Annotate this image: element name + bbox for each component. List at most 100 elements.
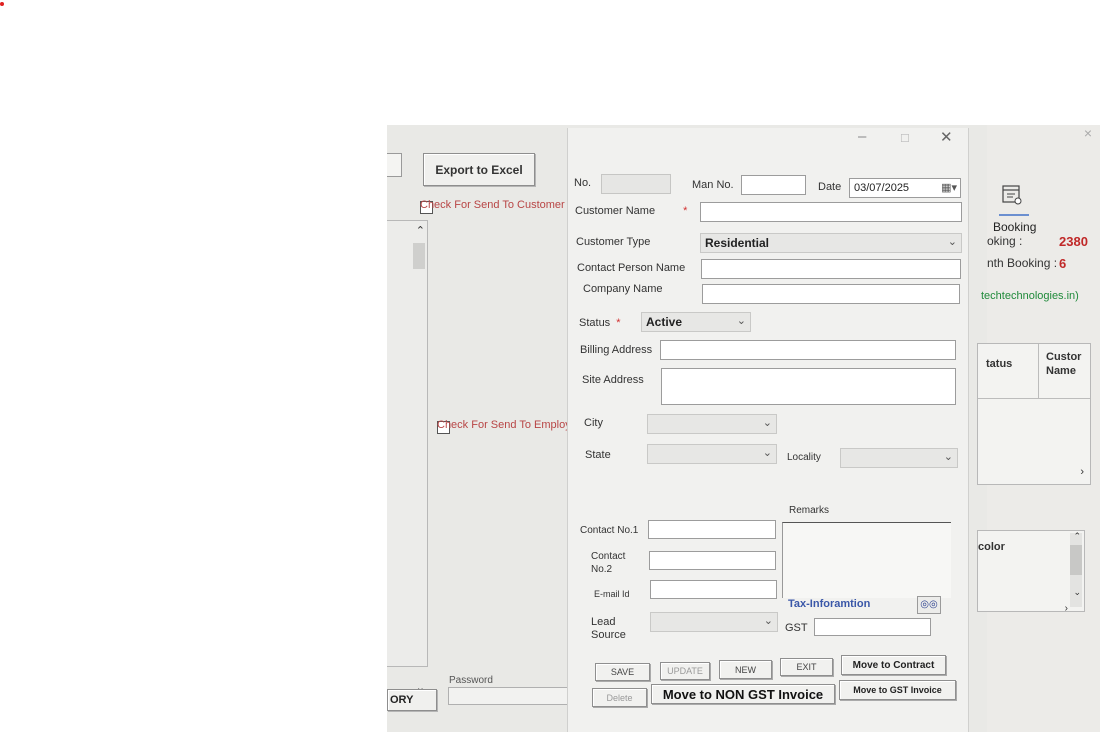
site-address-field[interactable]: [661, 368, 956, 405]
total-booking-row: oking : 2380: [987, 234, 1100, 249]
status-select[interactable]: Active ⌄: [641, 312, 751, 332]
email-field[interactable]: [650, 580, 777, 599]
scrollbar-thumb[interactable]: [1070, 545, 1082, 575]
locality-label: Locality: [787, 452, 821, 463]
company-name-label: Company Name: [583, 283, 663, 295]
scroll-up-icon[interactable]: ⌃: [1073, 531, 1081, 542]
date-picker[interactable]: 03/07/2025 ▦▾: [849, 178, 961, 198]
customer-name-label: Customer Name *: [575, 205, 688, 217]
total-booking-label: oking :: [987, 234, 1023, 248]
save-button[interactable]: SAVE: [595, 663, 650, 681]
lead-source-label: Lead Source: [591, 616, 626, 641]
month-booking-label: nth Booking :: [987, 256, 1058, 270]
gst-field[interactable]: [814, 618, 931, 636]
scroll-right-icon[interactable]: ›: [1080, 466, 1084, 478]
color-grid[interactable]: color ⌃ ⌄ ›: [977, 530, 1085, 614]
chevron-down-icon[interactable]: ⌄: [764, 614, 773, 627]
city-label: City: [584, 417, 603, 429]
billing-address-field[interactable]: [660, 340, 956, 360]
customer-type-select[interactable]: Residential ⌄: [700, 233, 962, 253]
customer-type-label: Customer Type: [576, 236, 651, 248]
locality-select[interactable]: ⌄: [840, 448, 958, 468]
contact-person-label: Contact Person Name: [577, 262, 686, 274]
left-list[interactable]: ⌃ ⌄ ›: [387, 220, 428, 704]
calendar-dropdown-icon[interactable]: ▦▾: [941, 181, 957, 194]
scroll-up-icon[interactable]: ⌃: [416, 224, 425, 237]
left-top-field[interactable]: [387, 153, 402, 177]
site-address-label: Site Address: [582, 374, 644, 386]
customer-form-dialog: – ☐ ✕ No. Man No. Date 03/07/2025 ▦▾ Cus…: [568, 128, 968, 732]
gst-label: GST: [785, 622, 808, 634]
man-no-label: Man No.: [692, 179, 734, 191]
close-icon[interactable]: ✕: [940, 128, 953, 146]
total-booking-value: 2380: [1059, 234, 1088, 249]
scroll-down-icon[interactable]: ⌄: [1073, 587, 1081, 598]
chevron-down-icon[interactable]: ⌄: [944, 450, 953, 463]
chevron-down-icon[interactable]: ⌄: [763, 416, 772, 429]
delete-button[interactable]: Delete: [592, 688, 647, 707]
grid-header-customer[interactable]: Custor Name: [1046, 350, 1086, 378]
check-send-customer[interactable]: Check For Send To Customer: [420, 199, 565, 214]
lead-source-select[interactable]: ⌄: [650, 612, 778, 632]
contact-person-field[interactable]: [701, 259, 961, 279]
new-button[interactable]: NEW: [719, 660, 772, 679]
booking-panel: × Booking oking : 2380 nth Booking : 6 t…: [977, 125, 1100, 732]
tax-information-label: Tax-Inforamtion: [788, 598, 871, 610]
grid-header-status[interactable]: tatus: [986, 358, 1012, 370]
calendar-icon[interactable]: [1001, 183, 1023, 205]
chevron-down-icon[interactable]: ⌄: [763, 446, 772, 459]
minimize-icon[interactable]: –: [858, 128, 866, 145]
state-select[interactable]: ⌄: [647, 444, 777, 464]
man-no-field[interactable]: [741, 175, 806, 195]
factory-button[interactable]: ORY: [387, 689, 437, 711]
close-icon[interactable]: ×: [1084, 125, 1092, 141]
billing-address-label: Billing Address: [580, 344, 653, 356]
scroll-right-icon[interactable]: ›: [1065, 603, 1068, 614]
move-to-contract-button[interactable]: Move to Contract: [841, 655, 946, 675]
left-panel: Export to Excel Check For Send To Custom…: [387, 125, 583, 732]
no-field[interactable]: [601, 174, 671, 194]
city-select[interactable]: ⌄: [647, 414, 777, 434]
month-booking-value: 6: [1059, 256, 1067, 271]
check-send-customer-label: Check For Send To Customer: [420, 199, 565, 211]
contact1-label: Contact No.1: [580, 525, 639, 536]
grid-header-divider: [978, 398, 1090, 399]
contact1-field[interactable]: [648, 520, 776, 539]
month-booking-row: nth Booking : 6: [987, 256, 1100, 271]
check-send-employee-label: Check For Send To Employee: [437, 419, 583, 431]
status-value: Active: [646, 315, 683, 329]
booking-grid[interactable]: tatus Custor Name ›: [977, 343, 1091, 485]
remarks-field[interactable]: [782, 522, 951, 598]
state-label: State: [585, 449, 611, 461]
title-bar-controls: – ☐ ✕: [848, 128, 968, 150]
contact2-label: Contact No.2: [591, 551, 626, 575]
booking-tab-indicator: [999, 214, 1029, 216]
date-label: Date: [818, 181, 842, 193]
update-button[interactable]: UPDATE: [660, 662, 710, 680]
password-field[interactable]: [448, 687, 580, 705]
contact2-field[interactable]: [649, 551, 776, 570]
customer-name-field[interactable]: [700, 202, 962, 222]
grid-header-color[interactable]: color: [978, 541, 1005, 553]
company-name-field[interactable]: [702, 284, 960, 304]
no-label: No.: [574, 177, 592, 189]
email-label: E-mail Id: [594, 589, 630, 599]
status-label: Status *: [579, 317, 621, 329]
booking-title[interactable]: Booking: [993, 220, 1036, 234]
move-to-gst-invoice-button[interactable]: Move to GST Invoice: [839, 680, 956, 700]
chevron-down-icon[interactable]: ⌄: [948, 235, 957, 248]
scrollbar-thumb[interactable]: [413, 243, 425, 269]
exit-button[interactable]: EXIT: [780, 658, 833, 676]
check-send-employee[interactable]: Check For Send To Employee: [437, 419, 583, 434]
move-to-non-gst-invoice-button[interactable]: Move to NON GST Invoice: [651, 684, 835, 704]
grid-column-divider: [1038, 344, 1039, 398]
export-to-excel-button[interactable]: Export to Excel: [423, 153, 535, 186]
binoculars-icon[interactable]: ◎◎: [917, 596, 941, 614]
date-value: 03/07/2025: [854, 182, 910, 194]
password-label: Password: [449, 675, 493, 686]
remarks-label: Remarks: [789, 505, 830, 516]
red-dot: [0, 2, 4, 6]
site-link[interactable]: techtechnologies.in): [981, 290, 1079, 302]
maximize-icon[interactable]: ☐: [900, 132, 910, 145]
chevron-down-icon[interactable]: ⌄: [737, 314, 746, 327]
